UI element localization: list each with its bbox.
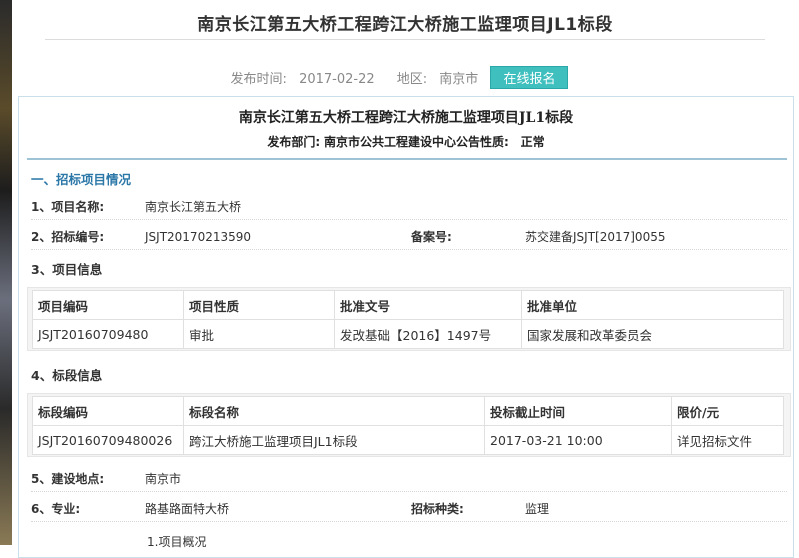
bid-number-value: JSJT20170213590	[145, 230, 252, 244]
table-header-cell: 投标截止时间	[484, 396, 672, 426]
table-cell: JSJT20160709480026	[32, 425, 184, 455]
bid-type-value: 监理	[525, 502, 550, 516]
project-table-wrap: 项目编码 项目性质 批准文号 批准单位 JSJT20160709480 审批 发…	[27, 287, 791, 351]
table-cell: 发改基础【2016】1497号	[334, 319, 522, 349]
page-title: 南京长江第五大桥工程跨江大桥施工监理项目JL1标段	[197, 15, 613, 35]
project-name-row: 1、项目名称: 南京长江第五大桥	[31, 195, 787, 220]
table-cell: 审批	[183, 319, 335, 349]
dept-value: 南京市公共工程建设中心	[323, 135, 456, 149]
table-row: JSJT20160709480026 跨江大桥施工监理项目JL1标段 2017-…	[32, 425, 784, 455]
doc-subtitle: 发布部门: 南京市公共工程建设中心公告性质: 正常	[19, 133, 793, 150]
table-header-cell: 标段名称	[183, 396, 485, 426]
record-number-value: 苏交建备JSJT[2017]0055	[525, 230, 666, 244]
major-value: 路基路面特大桥	[145, 502, 230, 516]
major-label: 6、专业:	[31, 502, 81, 516]
table-header-cell: 批准单位	[521, 290, 784, 320]
table-header-row: 标段编码 标段名称 投标截止时间 限价/元	[32, 396, 784, 426]
nature-value: 正常	[520, 135, 545, 149]
table-cell: 国家发展和改革委员会	[521, 319, 784, 349]
region-label: 地区:	[396, 72, 428, 87]
table-cell: 2017-03-21 10:00	[484, 425, 672, 455]
project-name-label: 1、项目名称:	[31, 200, 105, 214]
bid-number-label: 2、招标编号:	[31, 230, 105, 244]
project-info-table: 项目编码 项目性质 批准文号 批准单位 JSJT20160709480 审批 发…	[32, 290, 784, 349]
table-header-row: 项目编码 项目性质 批准文号 批准单位	[32, 290, 784, 320]
project-info-heading: 3、项目信息	[31, 262, 103, 277]
project-overview-heading: 1.项目概况	[147, 535, 207, 549]
section-divider	[27, 158, 787, 160]
region-value: 南京市	[439, 72, 479, 87]
section-heading: 一、招标项目情况	[31, 172, 132, 187]
lot-table-wrap: 标段编码 标段名称 投标截止时间 限价/元 JSJT20160709480026…	[27, 393, 791, 457]
table-header-cell: 标段编码	[32, 396, 184, 426]
table-cell: JSJT20160709480	[32, 319, 184, 349]
location-label: 5、建设地点:	[31, 472, 105, 486]
table-header-cell: 项目性质	[183, 290, 335, 320]
title-divider	[45, 39, 765, 40]
lot-info-table: 标段编码 标段名称 投标截止时间 限价/元 JSJT20160709480026…	[32, 396, 784, 455]
table-header-cell: 限价/元	[671, 396, 784, 426]
lot-info-heading: 4、标段信息	[31, 368, 103, 383]
publish-date: 2017-02-22	[299, 72, 375, 87]
table-cell: 跨江大桥施工监理项目JL1标段	[183, 425, 485, 455]
table-cell[interactable]: 详见招标文件	[671, 425, 784, 455]
location-value: 南京市	[145, 472, 182, 486]
bid-type-label: 招标种类:	[411, 502, 464, 516]
dept-label: 发布部门:	[267, 135, 321, 149]
doc-title: 南京长江第五大桥工程跨江大桥施工监理项目JL1标段	[238, 110, 574, 126]
table-header-cell: 项目编码	[32, 290, 184, 320]
publish-label: 发布时间:	[230, 72, 287, 87]
project-name-value: 南京长江第五大桥	[145, 200, 242, 214]
record-number-label: 备案号:	[411, 230, 452, 244]
announcement-panel: 南京长江第五大桥工程跨江大桥施工监理项目JL1标段 发布部门: 南京市公共工程建…	[18, 96, 794, 558]
apply-online-button[interactable]: 在线报名	[490, 66, 569, 89]
meta-bar: 发布时间: 2017-02-22 地区: 南京市 在线报名	[0, 66, 799, 89]
nature-label: 公告性质:	[456, 135, 509, 149]
major-row: 6、专业: 路基路面特大桥 招标种类: 监理	[31, 497, 787, 522]
bid-number-row: 2、招标编号: JSJT20170213590 备案号: 苏交建备JSJT[20…	[31, 225, 787, 250]
location-row: 5、建设地点: 南京市	[31, 467, 787, 492]
table-header-cell: 批准文号	[334, 290, 522, 320]
table-row: JSJT20160709480 审批 发改基础【2016】1497号 国家发展和…	[32, 319, 784, 349]
